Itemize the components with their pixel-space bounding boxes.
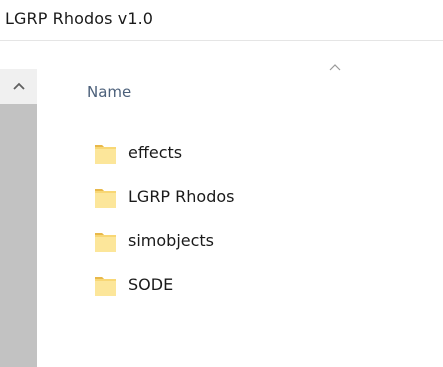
list-item-sode[interactable]: SODE <box>92 270 235 299</box>
folder-icon <box>95 277 116 296</box>
scroll-up-button[interactable] <box>0 69 37 103</box>
file-label: SODE <box>128 275 174 294</box>
list-item-lgrp-rhodos[interactable]: LGRP Rhodos <box>92 182 235 211</box>
chevron-up-icon <box>12 82 25 90</box>
file-explorer-window: LGRP Rhodos v1.0 Name effects LGRP Rhodo… <box>0 0 443 367</box>
file-list: effects LGRP Rhodos simobjects SODE <box>92 138 235 314</box>
scrollbar-thumb[interactable] <box>0 104 37 367</box>
folder-icon <box>95 189 116 208</box>
address-text: LGRP Rhodos v1.0 <box>5 9 154 28</box>
list-item-effects[interactable]: effects <box>92 138 235 167</box>
sort-ascending-icon <box>329 64 341 71</box>
list-item-simobjects[interactable]: simobjects <box>92 226 235 255</box>
folder-icon <box>95 233 116 252</box>
address-bar[interactable]: LGRP Rhodos v1.0 <box>0 0 443 41</box>
file-label: LGRP Rhodos <box>128 187 235 206</box>
column-header-name[interactable]: Name <box>87 83 131 101</box>
file-label: effects <box>128 143 183 162</box>
file-label: simobjects <box>128 231 215 250</box>
folder-icon <box>95 145 116 164</box>
